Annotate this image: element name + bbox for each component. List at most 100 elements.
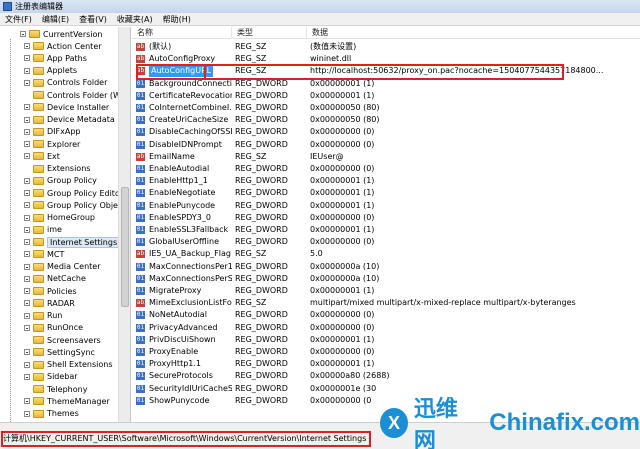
tree-item[interactable]: Group Policy [24,175,97,187]
table-row[interactable]: 01 CreateUriCacheSize REG_DWORD 0x00000050 … [132,114,640,126]
expand-icon[interactable] [24,373,30,380]
tree-item[interactable]: Screensavers [24,334,101,346]
expand-icon[interactable] [24,116,30,123]
tree-item[interactable]: SettingSync [24,346,95,358]
expand-icon[interactable] [24,324,30,331]
table-row[interactable]: 01 DisableCachingOfSSL...REG_DWORD 0x00000… [132,126,640,138]
table-row[interactable]: ab AutoConfigURL REG_SZ http://localhost:50… [132,65,640,78]
expand-icon[interactable] [24,263,30,270]
table-row[interactable]: 01 CoInternetCombineI... REG_DWORD 0x000000… [132,102,640,114]
table-row[interactable]: 01 EnableHttp1_1 REG_DWORD 0x00000001 (1) [132,175,640,187]
expand-icon[interactable] [24,141,30,147]
table-row[interactable]: ab MimeExclusionListFo... REG_SZ multipart/… [132,297,640,309]
tree-item[interactable]: Group Policy Object [24,199,126,211]
tree-item[interactable]: Action Center [24,40,102,52]
tree-item[interactable]: Shell Extensions [24,359,113,371]
menu-edit[interactable]: 编辑(E) [37,13,74,26]
table-row[interactable]: 01 MaxConnectionsPerS... REG_DWORD 0x000000… [132,273,640,285]
table-row[interactable]: 01 EnableSPDY3_0 REG_DWORD 0x00000000 (0) [132,212,640,224]
column-header-data[interactable]: 数据 [307,27,640,39]
expand-icon[interactable] [24,386,30,392]
tree-item[interactable]: Ext [24,150,60,162]
table-row[interactable]: 01 BackgroundConnecti... REG_DWORD 0x000000… [132,78,640,90]
tree-item[interactable]: HomeGroup [24,212,95,224]
expand-icon[interactable] [24,300,30,307]
tree-item[interactable]: Explorer [24,138,80,150]
values-list[interactable]: 名称 类型 数据 ab (默认) REG_SZ (数值未设置) ab AutoConfig… [132,27,640,422]
tree-item[interactable]: NetCache [24,273,86,285]
expand-icon[interactable] [24,226,30,233]
tree-item[interactable]: Internet Settings [24,236,121,248]
table-row[interactable]: ab IE5_UA_Backup_Flag REG_SZ 5.0 [132,248,640,260]
collapse-icon[interactable] [20,31,26,37]
tree-item[interactable]: ime [24,224,62,236]
tree-scrollbar[interactable] [118,27,130,422]
tree-item[interactable]: Sidebar [24,371,78,383]
expand-icon[interactable] [24,55,30,62]
expand-icon[interactable] [24,410,30,417]
tree-item[interactable]: Run [24,310,62,322]
expand-icon[interactable] [24,349,30,356]
expand-icon[interactable] [24,288,30,294]
expand-icon[interactable] [24,398,30,405]
tree-item[interactable]: Device Installer [24,101,109,113]
expand-icon[interactable] [24,239,30,245]
table-row[interactable]: ab AutoConfigProxy REG_SZ wininet.dll [132,53,640,65]
table-row[interactable]: 01 NoNetAutodial REG_DWORD 0x00000000 (0) [132,309,640,321]
table-row[interactable]: 01 PrivacyAdvanced REG_DWORD 0x00000000 (0) [132,322,640,334]
registry-tree[interactable]: CurrentVersion Action Center App Paths App… [0,27,131,422]
table-row[interactable]: 01 ProxyEnable REG_DWORD 0x00000000 (0) [132,346,640,358]
tree-scrollbar-thumb[interactable] [121,187,129,307]
table-row[interactable]: 01 EnableAutodial REG_DWORD 0x00000000 (0) [132,163,640,175]
menu-file[interactable]: 文件(F) [0,13,37,26]
column-header-name[interactable]: 名称 [132,27,232,39]
expand-icon[interactable] [24,128,30,135]
column-header-type[interactable]: 类型 [232,27,307,39]
tree-item[interactable]: Controls Folder [24,77,107,89]
tree-item[interactable]: App Paths [24,52,87,64]
table-row[interactable]: 01 CertificateRevocation REG_DWORD 0x000000… [132,90,640,102]
table-row[interactable]: 01 MigrateProxy REG_DWORD 0x00000001 (1) [132,285,640,297]
expand-icon[interactable] [24,79,30,86]
table-row[interactable]: 01 EnablePunycode REG_DWORD 0x00000001 (1) [132,200,640,212]
tree-item[interactable]: Policies [24,285,77,297]
tree-item[interactable]: MCT [24,248,64,260]
tree-item[interactable]: Telephony [24,383,87,395]
expand-icon[interactable] [24,153,30,160]
table-row[interactable]: 01 PrivDiscUiShown REG_DWORD 0x00000001 (1) [132,334,640,346]
expand-icon[interactable] [24,275,30,282]
tree-item[interactable]: Extensions [24,163,90,175]
table-row[interactable]: 01 MaxConnectionsPer1... REG_DWORD 0x000000… [132,261,640,273]
tree-item[interactable]: RADAR [24,297,75,309]
table-row[interactable]: 01 GlobalUserOffline REG_DWORD 0x00000000 (… [132,236,640,248]
table-row[interactable]: 01 DisableIDNPrompt REG_DWORD 0x00000000 (0… [132,139,640,151]
expand-icon[interactable] [24,177,30,184]
expand-icon[interactable] [24,312,30,319]
expand-icon[interactable] [24,361,30,368]
tree-item[interactable]: Themes [24,408,79,420]
table-row[interactable]: ab EmailName REG_SZ IEUser@ [132,151,640,163]
tree-item[interactable]: Device Metadata [24,114,115,126]
menu-view[interactable]: 查看(V) [74,13,112,26]
table-row[interactable]: 01 SecureProtocols REG_DWORD 0x00000a80 (26… [132,370,640,382]
expand-icon[interactable] [24,337,30,343]
menu-favorites[interactable]: 收藏夹(A) [112,13,158,26]
table-row[interactable]: 01 ProxyHttp1.1 REG_DWORD 0x00000001 (1) [132,358,640,370]
table-row[interactable]: ab (默认) REG_SZ (数值未设置) [132,41,640,53]
expand-icon[interactable] [24,251,30,258]
tree-item[interactable]: Applets [24,65,77,77]
table-row[interactable]: 01 EnableSSL3Fallback REG_DWORD 0x00000001 … [132,224,640,236]
expand-icon[interactable] [24,67,30,74]
expand-icon[interactable] [24,202,30,209]
tree-item[interactable]: DIFxApp [24,126,80,138]
tree-item-currentversion[interactable]: CurrentVersion [20,28,102,40]
expand-icon[interactable] [24,166,30,172]
tree-item[interactable]: Media Center [24,261,101,273]
expand-icon[interactable] [24,92,30,98]
expand-icon[interactable] [24,43,30,49]
table-row[interactable]: 01SecurityIdIUriCacheSi...REG_DWORD0x000… [132,383,640,395]
tree-item[interactable]: ThemeManager [24,395,110,407]
tree-item[interactable]: Controls Folder (Wc [24,89,125,101]
expand-icon[interactable] [24,214,30,221]
tree-item[interactable]: RunOnce [24,322,83,334]
